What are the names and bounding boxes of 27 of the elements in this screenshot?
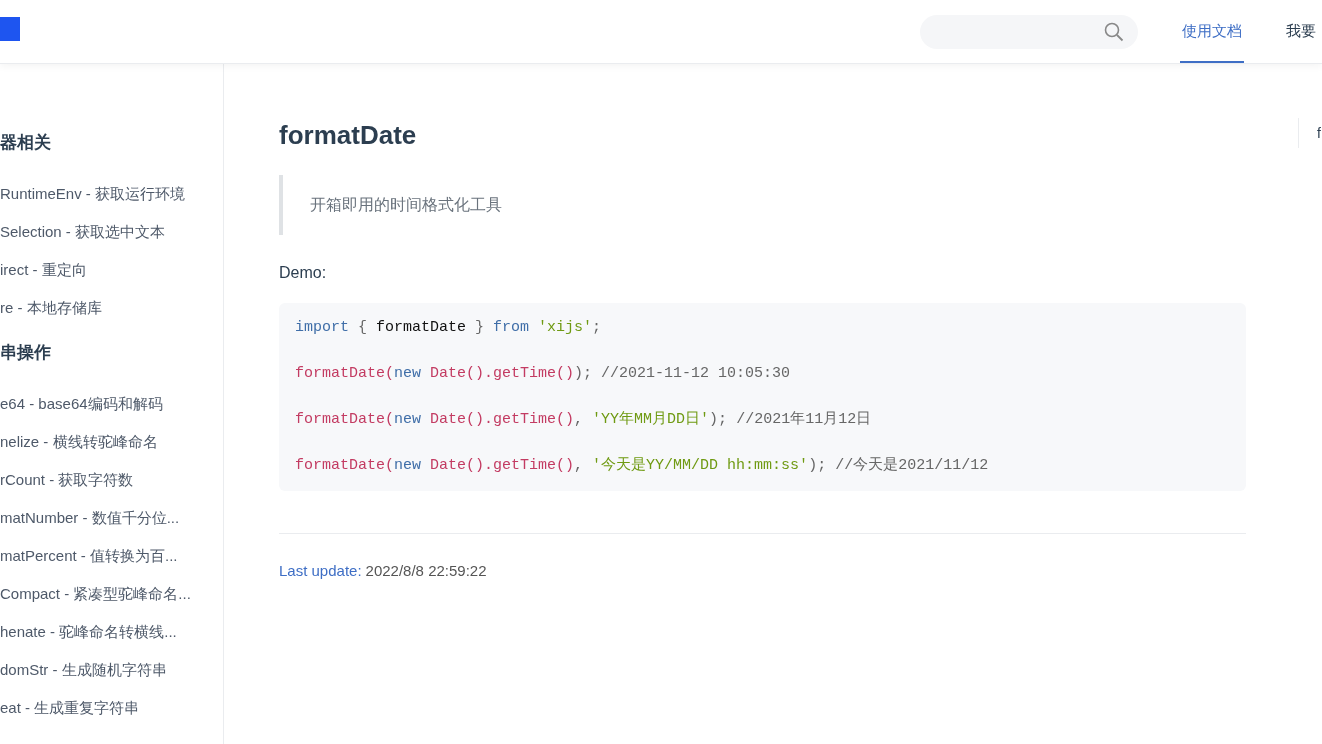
toc-link[interactable]: f [1317, 122, 1321, 144]
sidebar-group-title: 器相关 [0, 132, 52, 154]
sidebar-link[interactable]: e64 - base64编码和解码 [0, 393, 223, 431]
sidebar-link[interactable]: henate - 驼峰命名转横线... [0, 621, 223, 659]
last-update-time: 2022/8/8 22:59:22 [365, 561, 487, 581]
sidebar-link[interactable]: matNumber - 数值千分位... [0, 507, 223, 545]
sidebar-link[interactable]: eat - 生成重复字符串 [0, 697, 223, 735]
search-field[interactable] [920, 14, 1138, 49]
sidebar-link[interactable]: Selection - 获取选中文本 [0, 221, 223, 259]
sidebar-link[interactable]: matPercent - 值转换为百... [0, 545, 223, 583]
code-block: import { formatDate } from 'xijs'; formatDate(new Date().getTime()); //2021-11-12 10:05:30 formatDate(new Date().getTime(), 'YY年MM月DD日'); //2021年11月12日 formatDate(new Date().getTime(), '今天是YY/MM/DD hh:mm:ss'); //今天是2021/11/12 [279, 303, 1246, 491]
page-title: formatDate [279, 122, 418, 148]
nav-link[interactable]: 使用文档 [1180, 0, 1244, 63]
sidebar-group-title: 串操作 [0, 342, 52, 364]
sidebar-link[interactable]: domStr - 生成随机字符串 [0, 659, 223, 697]
last-update-label: Last update: [279, 561, 362, 581]
sidebar-link[interactable]: re - 本地存储库 [0, 297, 223, 335]
quote-text: 开箱即用的时间格式化工具 [310, 195, 503, 215]
sidebar-link[interactable]: irect - 重定向 [0, 259, 223, 297]
sidebar-link[interactable]: RuntimeEnv - 获取运行环境 [0, 183, 223, 221]
demo-label: Demo: [279, 263, 328, 283]
logo-icon[interactable] [0, 17, 20, 41]
search-icon [1104, 21, 1124, 42]
sidebar-link[interactable]: rCount - 获取字符数 [0, 469, 223, 507]
nav-link[interactable]: 我要 [1284, 0, 1318, 63]
sidebar-link[interactable]: nelize - 横线转驼峰命名 [0, 431, 223, 469]
sidebar-link[interactable]: Compact - 紧凑型驼峰命名... [0, 583, 223, 621]
